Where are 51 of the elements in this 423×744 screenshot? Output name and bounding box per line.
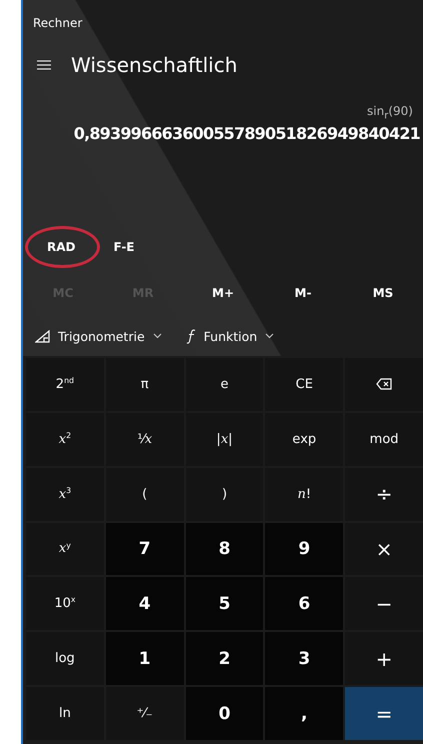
equals-key[interactable]: = [345, 687, 423, 740]
digit-key[interactable]: 9 [265, 522, 344, 576]
function-key[interactable]: x$^{2}$ [26, 412, 104, 466]
function-key[interactable]: mod [345, 412, 423, 466]
mode-title: Wissenschaftlich [71, 53, 238, 77]
function-key[interactable]: π [106, 358, 184, 411]
digit-key[interactable]: 1 [106, 632, 184, 686]
function-key[interactable]: CE [265, 358, 344, 411]
chevron-icon [152, 333, 162, 339]
function-key[interactable]: e [186, 358, 264, 411]
function-key[interactable]: x$^{3}$ [26, 468, 104, 521]
function-key[interactable]: |x| [186, 412, 264, 466]
chevron-icon [265, 333, 274, 339]
digit-key[interactable]: 6 [265, 577, 344, 630]
mode-button[interactable]: F-E [102, 234, 147, 260]
window-title: Rechner [32, 15, 84, 32]
digit-key[interactable]: 7 [106, 522, 184, 576]
backspace-icon [376, 378, 392, 390]
digit-key[interactable]: 2 [186, 632, 264, 686]
operator-key[interactable]: ÷ [345, 468, 423, 521]
function-key[interactable]: exp [265, 412, 344, 466]
menu-icon[interactable] [37, 60, 51, 70]
digit-key[interactable]: 3 [265, 632, 344, 686]
function-key[interactable]: ) [186, 468, 264, 521]
memory-button[interactable]: M- [263, 274, 343, 312]
operator-key[interactable]: + [345, 632, 423, 686]
function-key[interactable]: log [26, 632, 104, 686]
digit-key[interactable]: 8 [186, 522, 264, 576]
function-icon [186, 328, 196, 344]
mode-button[interactable]: RAD [35, 234, 88, 260]
function-key[interactable]: ¹⁄x [106, 412, 184, 466]
dropdown-button[interactable]: Trigonometrie [35, 328, 162, 344]
operator-key[interactable]: − [345, 577, 423, 630]
dropdown-button[interactable]: Funktion [186, 328, 274, 344]
function-key[interactable]: ( [106, 468, 184, 521]
digit-key[interactable]: 4 [106, 577, 184, 630]
digit-key[interactable]: 0 [186, 687, 264, 740]
expression: sin$_{r}$(90) [366, 103, 414, 120]
function-key[interactable]: 10$^{x}$ [26, 577, 104, 630]
function-key[interactable]: 2$^{nd}$ [26, 358, 104, 411]
memory-button[interactable]: MS [343, 274, 423, 312]
result-display: 0,89399666360055789051826949840421 [72, 123, 421, 143]
function-key[interactable]: ⁺⁄₋ [106, 687, 184, 740]
operator-key[interactable]: × [345, 522, 423, 576]
triangle-ruler-icon [35, 330, 50, 342]
digit-key[interactable]: , [265, 687, 344, 740]
function-key[interactable]: n! [265, 468, 344, 521]
function-key[interactable]: ln [26, 687, 104, 740]
digit-key[interactable]: 5 [186, 577, 264, 630]
memory-button[interactable]: M+ [183, 274, 263, 312]
function-key[interactable]: x$^{y}$ [26, 522, 104, 576]
